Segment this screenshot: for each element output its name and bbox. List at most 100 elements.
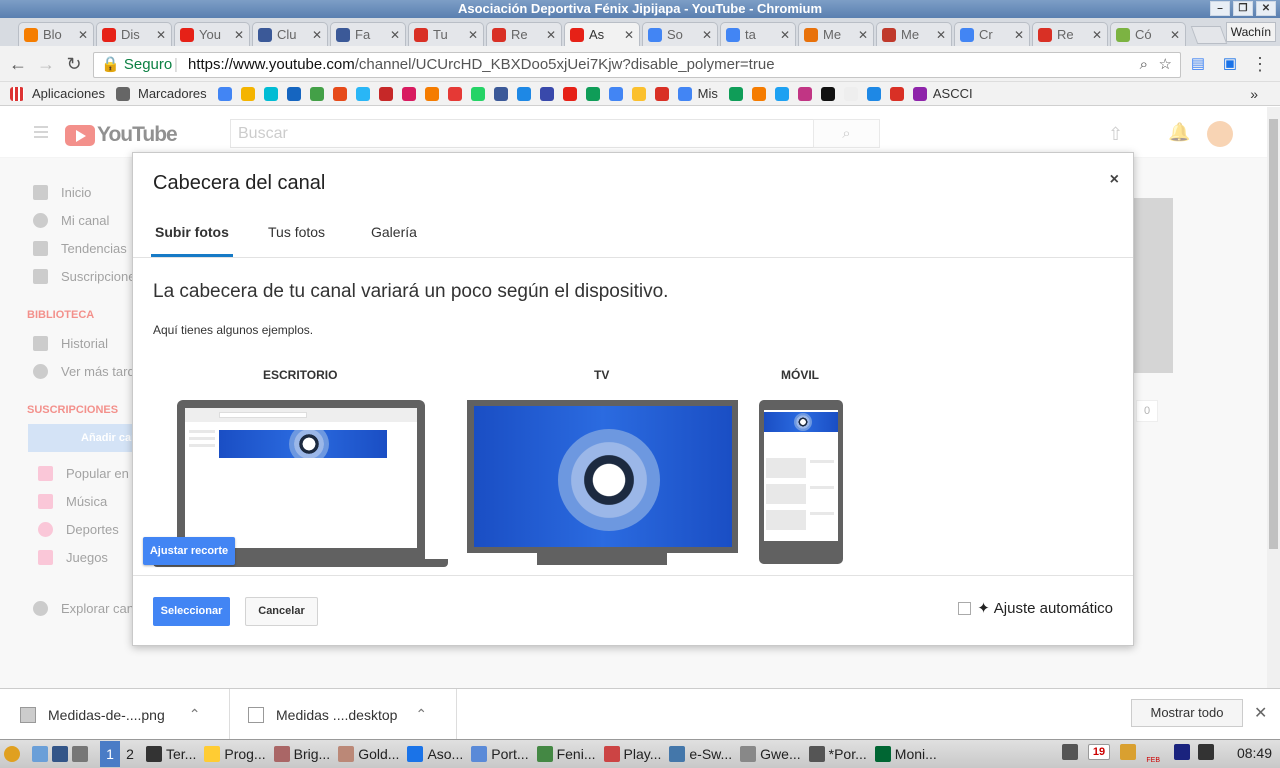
tab-9[interactable]: ta ✕ bbox=[720, 22, 796, 46]
close-tab-icon[interactable]: ✕ bbox=[78, 28, 88, 42]
taskbar-item[interactable]: Play... bbox=[603, 746, 661, 762]
bookmark-site-icon[interactable] bbox=[843, 86, 858, 101]
minimize-button[interactable]: – bbox=[1210, 1, 1230, 16]
bookmark-site-icon[interactable] bbox=[539, 86, 554, 101]
close-window-button[interactable]: ✕ bbox=[1256, 1, 1276, 16]
bookmark-site-icon[interactable] bbox=[355, 86, 370, 101]
bookmark-site-icon[interactable] bbox=[751, 86, 766, 101]
tab-tus-fotos[interactable]: Tus fotos bbox=[268, 224, 325, 257]
bookmark-site-icon[interactable] bbox=[820, 86, 835, 101]
bookmark-site-icon[interactable] bbox=[240, 86, 255, 101]
close-tab-icon[interactable]: ✕ bbox=[858, 28, 868, 42]
select-button[interactable]: Seleccionar bbox=[153, 597, 230, 626]
forward-arrow-icon[interactable]: → bbox=[36, 54, 56, 74]
close-tab-icon[interactable]: ✕ bbox=[390, 28, 400, 42]
tab-1[interactable]: Dis ✕ bbox=[96, 22, 172, 46]
auto-adjust-checkbox[interactable] bbox=[958, 601, 972, 615]
bookmark-site-icon[interactable] bbox=[332, 86, 347, 101]
download-item-desktop[interactable]: Medidas ....desktop ⌃ bbox=[230, 689, 457, 740]
maximize-button[interactable]: ❐ bbox=[1233, 1, 1253, 16]
taskbar-item[interactable]: Gwe... bbox=[740, 746, 801, 762]
tab-7[interactable]: As ✕ bbox=[564, 22, 640, 46]
tab-14[interactable]: Có ✕ bbox=[1110, 22, 1186, 46]
adjust-crop-button[interactable]: Ajustar recorte bbox=[143, 537, 235, 565]
bookmark-site-icon[interactable] bbox=[309, 86, 324, 101]
new-tab-button[interactable] bbox=[1190, 26, 1228, 44]
bookmark-site-icon[interactable] bbox=[447, 86, 462, 101]
docs-extension-icon[interactable]: ▤ bbox=[1188, 54, 1208, 74]
ascci-bookmark[interactable]: ASCCI bbox=[912, 86, 973, 101]
close-tab-icon[interactable]: ✕ bbox=[312, 28, 322, 42]
launcher-icon[interactable] bbox=[32, 746, 48, 762]
bookmark-site-icon[interactable] bbox=[728, 86, 743, 101]
save-extension-icon[interactable]: ▣ bbox=[1220, 54, 1240, 74]
tab-12[interactable]: Cr ✕ bbox=[954, 22, 1030, 46]
close-tab-icon[interactable]: ✕ bbox=[936, 28, 946, 42]
bookmark-site-icon[interactable] bbox=[263, 86, 278, 101]
tab-2[interactable]: You ✕ bbox=[174, 22, 250, 46]
taskbar-item[interactable]: Aso... bbox=[407, 746, 463, 762]
bookmark-site-icon[interactable] bbox=[286, 86, 301, 101]
menu-icon[interactable]: ⋮ bbox=[1250, 54, 1270, 74]
bookmark-site-icon[interactable] bbox=[797, 86, 812, 101]
taskbar-item[interactable]: Feni... bbox=[536, 746, 596, 762]
close-tab-icon[interactable]: ✕ bbox=[1014, 28, 1024, 42]
chevron-up-icon[interactable]: ⌃ bbox=[415, 706, 427, 723]
bookmark-site-icon[interactable] bbox=[585, 86, 600, 101]
close-tab-icon[interactable]: ✕ bbox=[234, 28, 244, 42]
taskbar-item[interactable]: Ter... bbox=[146, 746, 196, 762]
taskbar-item[interactable]: Moni... bbox=[874, 746, 937, 762]
bookmark-site-icon[interactable] bbox=[493, 86, 508, 101]
launcher-icon[interactable] bbox=[72, 746, 88, 762]
bookmarks-overflow-button[interactable]: » bbox=[1250, 86, 1258, 102]
bookmark-site-icon[interactable] bbox=[608, 86, 623, 101]
tab-11[interactable]: Me ✕ bbox=[876, 22, 952, 46]
bookmark-site-icon[interactable] bbox=[774, 86, 789, 101]
back-arrow-icon[interactable]: ← bbox=[8, 54, 28, 74]
taskbar-item[interactable]: Gold... bbox=[338, 746, 399, 762]
bookmark-site-icon[interactable] bbox=[516, 86, 531, 101]
launcher-icon[interactable] bbox=[52, 746, 68, 762]
bookmark-site-icon[interactable] bbox=[424, 86, 439, 101]
taskbar-item[interactable]: Port... bbox=[471, 746, 529, 762]
bookmark-site-icon[interactable] bbox=[401, 86, 416, 101]
bookmark-site-icon[interactable] bbox=[562, 86, 577, 101]
tab-5[interactable]: Tu ✕ bbox=[408, 22, 484, 46]
close-tab-icon[interactable]: ✕ bbox=[546, 28, 556, 42]
tab-10[interactable]: Me ✕ bbox=[798, 22, 874, 46]
zoom-icon[interactable]: ⌕ bbox=[1140, 53, 1148, 77]
close-tab-icon[interactable]: ✕ bbox=[1092, 28, 1102, 42]
workspace-2[interactable]: 2 bbox=[120, 741, 140, 767]
scrollbar-thumb[interactable] bbox=[1269, 119, 1278, 549]
tab-13[interactable]: Re ✕ bbox=[1032, 22, 1108, 46]
address-bar[interactable]: 🔒 Seguro | https://www.youtube.com/chann… bbox=[93, 52, 1181, 78]
bookmark-site-icon[interactable] bbox=[889, 86, 904, 101]
close-tab-icon[interactable]: ✕ bbox=[468, 28, 478, 42]
download-item-png[interactable]: Medidas-de-....png ⌃ bbox=[0, 689, 230, 740]
tab-3[interactable]: Clu ✕ bbox=[252, 22, 328, 46]
show-all-button[interactable]: Mostrar todo bbox=[1131, 699, 1243, 727]
close-tab-icon[interactable]: ✕ bbox=[156, 28, 166, 42]
bookmark-site-icon[interactable] bbox=[378, 86, 393, 101]
tab-6[interactable]: Re ✕ bbox=[486, 22, 562, 46]
page-scrollbar[interactable] bbox=[1267, 107, 1280, 688]
taskbar-item[interactable]: *Por... bbox=[808, 746, 867, 762]
reload-icon[interactable]: ↻ bbox=[64, 54, 84, 74]
bookmark-site-icon[interactable] bbox=[470, 86, 485, 101]
close-icon[interactable]: × bbox=[1110, 171, 1119, 189]
cancel-button[interactable]: Cancelar bbox=[245, 597, 318, 626]
notes-icon[interactable] bbox=[1120, 744, 1136, 760]
bookmark-site-icon[interactable] bbox=[866, 86, 881, 101]
tab-8[interactable]: So ✕ bbox=[642, 22, 718, 46]
tab-0[interactable]: Blo ✕ bbox=[18, 22, 94, 46]
bookmarks-folder[interactable]: Marcadores bbox=[116, 86, 207, 101]
workspace-1[interactable]: 1 bbox=[100, 741, 120, 767]
profile-button[interactable]: Wachín bbox=[1225, 22, 1276, 42]
tab-4[interactable]: Fa ✕ bbox=[330, 22, 406, 46]
close-tab-icon[interactable]: ✕ bbox=[702, 28, 712, 42]
taskbar-item[interactable]: Brig... bbox=[273, 746, 330, 762]
mis-bookmark[interactable]: Mis bbox=[677, 86, 718, 101]
tab-galeria[interactable]: Galería bbox=[371, 224, 417, 257]
tab-subir-fotos[interactable]: Subir fotos bbox=[151, 224, 233, 257]
bookmark-site-icon[interactable] bbox=[631, 86, 646, 101]
